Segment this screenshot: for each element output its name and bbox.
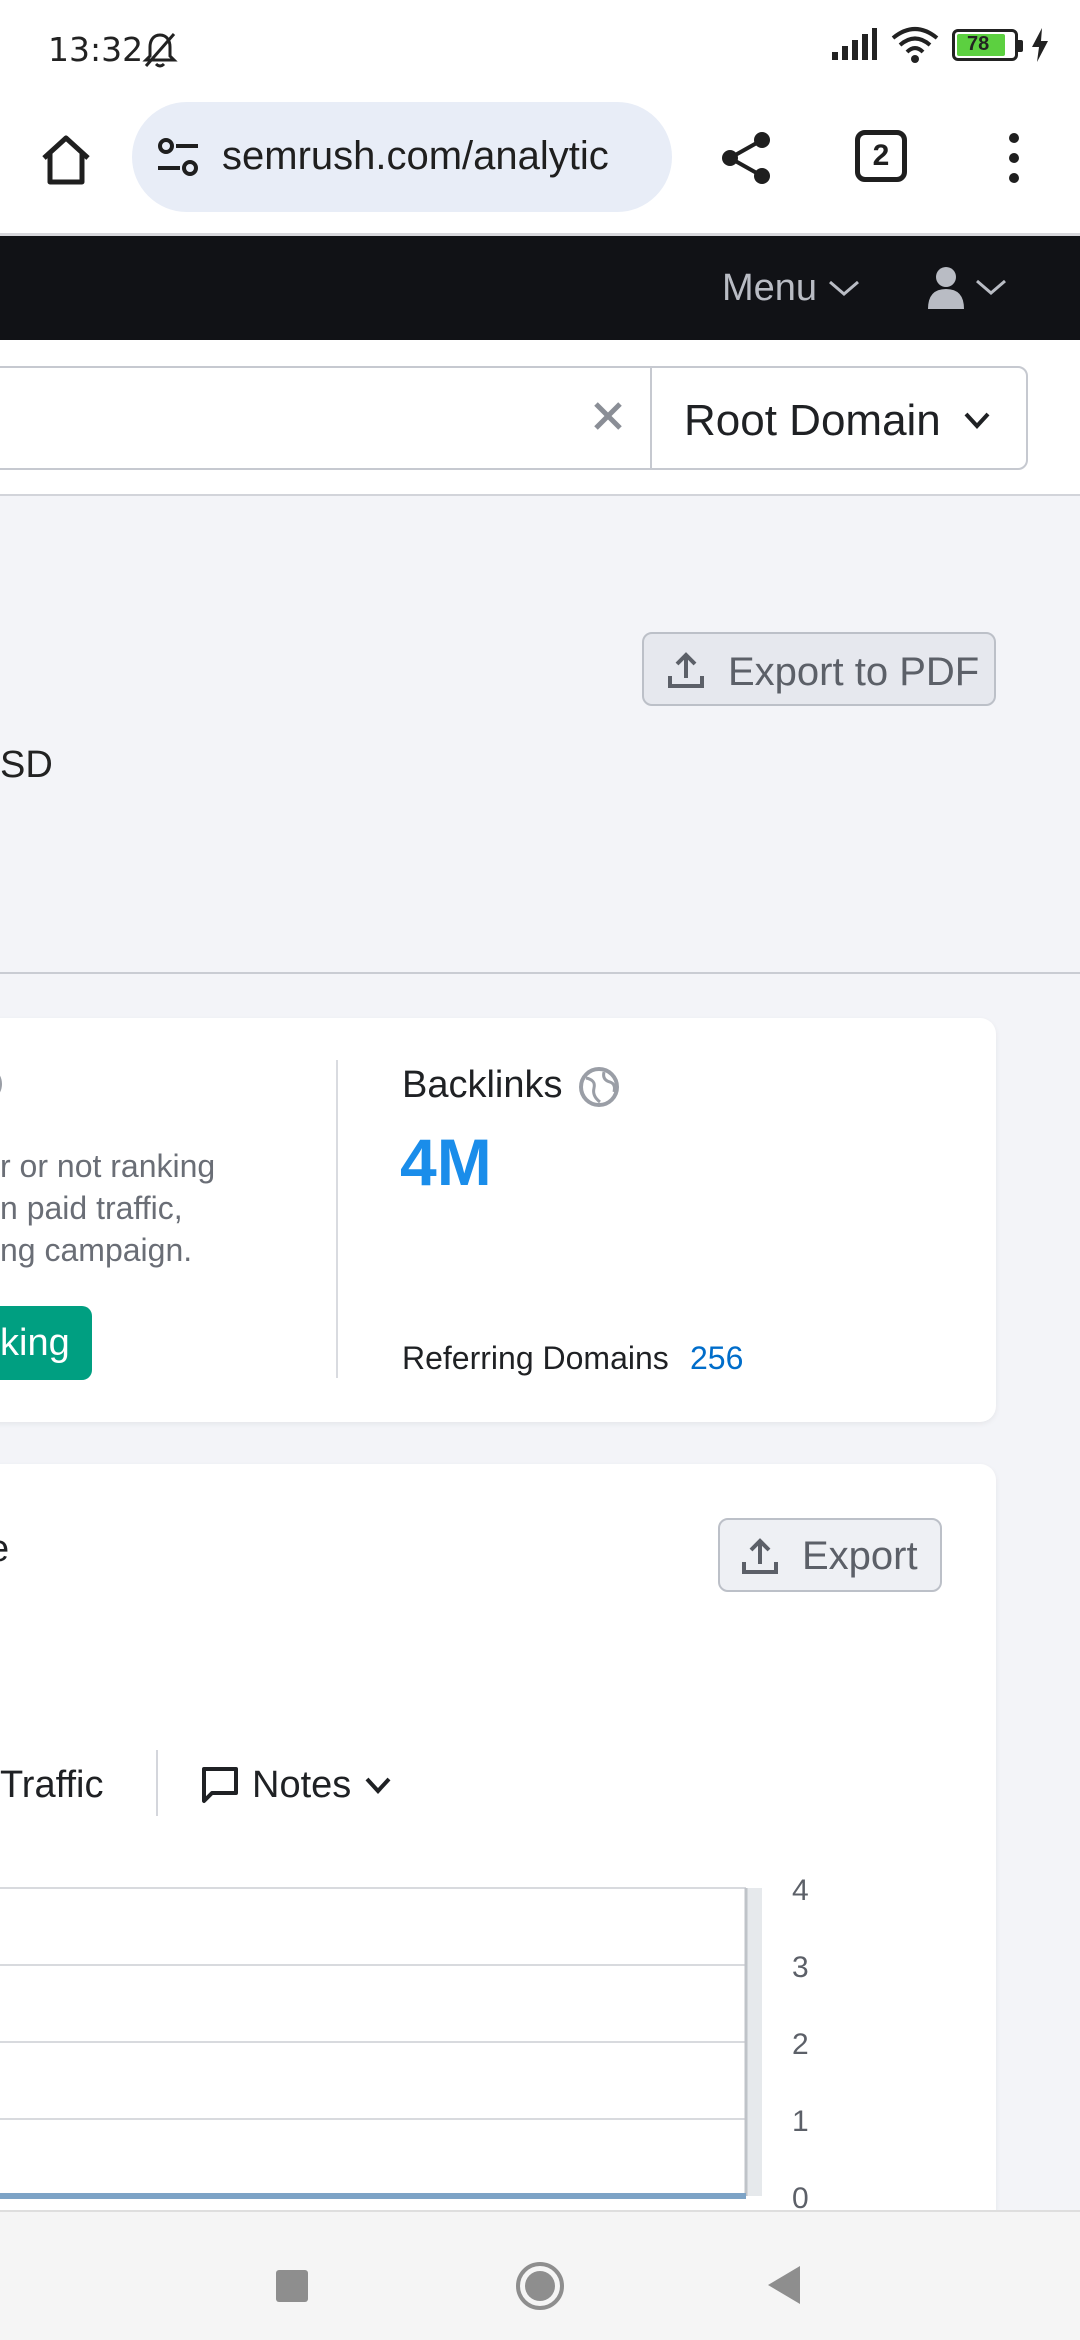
- tab-switcher-button[interactable]: 2: [855, 130, 907, 182]
- description-line: ng campaign.: [0, 1232, 193, 1268]
- start-tracking-button[interactable]: king: [0, 1306, 92, 1380]
- menu-button[interactable]: Menu: [722, 264, 861, 312]
- battery-icon: 78: [952, 29, 1023, 61]
- backlinks-card: r or not ranking n paid traffic, ng camp…: [0, 1018, 996, 1422]
- user-menu-button[interactable]: [926, 262, 1008, 312]
- description-line: r or not ranking: [0, 1148, 216, 1184]
- globe-icon[interactable]: [578, 1066, 620, 1108]
- home-icon[interactable]: [36, 130, 96, 190]
- wifi-icon: [891, 27, 939, 63]
- tab-notes[interactable]: Notes: [200, 1760, 393, 1810]
- user-icon: [928, 267, 964, 309]
- card-title: e: [0, 1528, 9, 1571]
- backlinks-value[interactable]: 4M: [400, 1124, 492, 1200]
- divider: [156, 1750, 158, 1816]
- notes-label: Notes: [252, 1763, 352, 1806]
- status-time: 13:32: [48, 30, 144, 69]
- tab-traffic[interactable]: Traffic: [0, 1764, 103, 1807]
- home-button[interactable]: [514, 2260, 566, 2312]
- currency-text: SD: [0, 744, 53, 786]
- status-bar: 13:32 78: [0, 0, 1080, 100]
- export-pdf-button[interactable]: Export to PDF: [642, 632, 996, 706]
- app-header: Menu: [0, 236, 1080, 340]
- more-options-icon[interactable]: [1000, 128, 1028, 188]
- globe-icon: [0, 1075, 2, 1093]
- back-button[interactable]: [762, 2262, 804, 2308]
- chart-hover-band: [746, 1888, 762, 2196]
- description-line: n paid traffic,: [0, 1190, 183, 1226]
- chart-y-tick-label: 1: [792, 2105, 809, 2138]
- traffic-chart: 43210: [0, 1874, 809, 2215]
- root-domain-select[interactable]: Root Domain: [650, 366, 1028, 470]
- url-text[interactable]: semrush.com/analytic: [222, 134, 654, 179]
- chart-y-tick-label: 3: [792, 1951, 809, 1984]
- domain-search-input[interactable]: [0, 366, 652, 470]
- divider: [336, 1060, 338, 1378]
- chart-y-tick-label: 2: [792, 2028, 809, 2061]
- comment-icon: [202, 1767, 238, 1803]
- referring-domains-value[interactable]: 256: [690, 1340, 743, 1377]
- chevron-down-icon: [365, 1777, 391, 1794]
- menu-label: Menu: [722, 266, 818, 309]
- clear-icon[interactable]: [588, 396, 628, 436]
- export-button[interactable]: Export: [718, 1518, 942, 1592]
- referring-domains-label: Referring Domains: [402, 1340, 669, 1376]
- url-bar[interactable]: semrush.com/analytic: [132, 102, 672, 212]
- chevron-down-icon: [829, 280, 860, 296]
- chevron-down-icon: [976, 279, 1006, 295]
- export-label: Export: [802, 1534, 918, 1578]
- chevron-down-icon: [964, 412, 990, 429]
- search-row: Root Domain: [0, 340, 1080, 496]
- charging-bolt-icon: [1032, 28, 1048, 62]
- chart-y-tick-label: 4: [792, 1874, 809, 1907]
- cellular-signal-icon: [832, 28, 877, 60]
- root-domain-label: Root Domain: [684, 396, 941, 445]
- export-pdf-label: Export to PDF: [728, 650, 980, 694]
- backlinks-title: Backlinks: [402, 1064, 563, 1106]
- recent-apps-button[interactable]: [276, 2270, 308, 2302]
- mute-bell-icon: [142, 33, 178, 68]
- share-icon[interactable]: [716, 128, 776, 188]
- site-settings-icon[interactable]: [154, 136, 202, 180]
- overview-section: Export to PDF SD: [0, 496, 1080, 974]
- system-nav-bar: [0, 2210, 1080, 2340]
- battery-level: 78: [967, 33, 990, 55]
- upload-icon: [742, 1538, 778, 1574]
- browser-toolbar: semrush.com/analytic 2: [0, 100, 1080, 236]
- upload-icon: [668, 652, 704, 688]
